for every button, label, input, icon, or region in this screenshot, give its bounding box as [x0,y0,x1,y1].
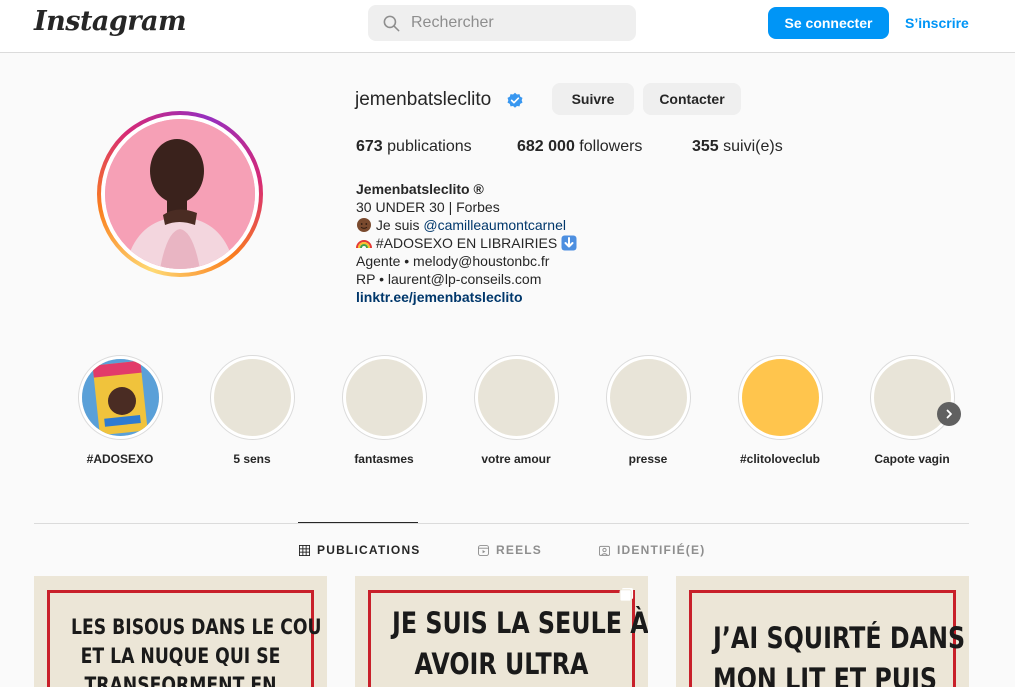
post-caption-text: JE SUIS LA SEULE À AVOIR ULTRA [392,603,648,685]
carousel-icon [619,587,634,602]
posts-count: 673 [356,138,383,155]
top-bar: Instagram Se connecter S’inscrire [0,0,1015,53]
post-caption-line: LES BISOUS DANS LE COU [71,615,322,639]
post-caption-line: JE SUIS LA SEULE À [392,606,648,640]
bio-line-forbes: 30 UNDER 30 | Forbes [356,199,500,215]
tab-reels[interactable]: REELS [478,543,542,557]
highlight-ring [341,355,427,440]
highlight-ring [209,355,295,440]
avatar-frame [101,115,259,273]
highlight-cover [213,359,291,436]
highlight-label: fantasmes [354,452,414,466]
tab-tagged[interactable]: IDENTIFIÉ(E) [599,543,705,557]
posts-count-stat: 673 publications [356,138,472,156]
search-icon [383,15,400,31]
highlight-ring [473,355,559,440]
avatar-story-ring[interactable] [97,111,263,277]
bio-line-book: #ADOSEXO EN LIBRAIRIES [356,234,577,252]
highlight-item[interactable]: #ADOSEXO [70,355,170,466]
rainbow-emoji-icon [356,240,372,249]
followers-stat[interactable]: 682 000 followers [517,138,642,156]
signup-link[interactable]: S’inscrire [905,15,969,31]
grid-icon [299,544,310,556]
followers-label: followers [579,138,643,155]
highlight-ring [869,355,955,440]
tab-publications[interactable]: PUBLICATIONS [299,543,421,557]
active-tab-indicator [298,522,418,523]
highlights-next-button[interactable] [937,402,961,426]
profile-username: jemenbatsleclito [355,89,492,110]
highlight-cover [81,359,159,436]
instagram-logo[interactable]: Instagram [34,6,187,37]
highlight-item[interactable]: 5 sens [202,355,302,466]
post-caption-line: AVOIR ULTRA [414,647,589,681]
highlight-label: 5 sens [233,452,271,466]
bio-book-text: #ADOSEXO EN LIBRAIRIES [375,235,558,251]
highlight-cover [741,359,819,436]
bio-line-mention: Je suis @camilleaumontcarnel [356,216,566,234]
highlight-item[interactable]: presse [598,355,698,466]
bio-mention-link[interactable]: @camilleaumontcarnel [423,217,566,233]
post-caption-line: MON LIT ET PUIS [713,662,938,687]
post-tile[interactable]: JE SUIS LA SEULE À AVOIR ULTRA [355,576,648,687]
highlight-cover [609,359,687,436]
post-caption-line: TRANSFORMENT EN [84,673,277,687]
follow-button[interactable]: Suivre [552,83,634,115]
tab-reels-label: REELS [496,543,543,557]
highlight-cover [873,359,951,436]
tab-tagged-label: IDENTIFIÉ(E) [617,543,706,557]
bio-prefix: Je suis [375,217,424,233]
bio-external-link[interactable]: linktr.ee/jemenbatsleclito [356,288,523,306]
search-box[interactable] [368,5,636,41]
avatar [105,119,255,269]
down-arrow-emoji-icon [561,235,577,251]
highlight-label: votre amour [481,452,551,466]
login-button[interactable]: Se connecter [768,7,889,39]
search-input[interactable] [411,14,611,32]
post-caption-line: ET LA NUQUE QUI SE [80,644,281,668]
following-count: 355 [692,138,719,155]
reels-icon [478,544,489,556]
tab-publications-label: PUBLICATIONS [317,543,421,557]
highlight-label: presse [628,452,668,466]
person-emoji-icon [357,218,371,232]
verified-badge-icon [507,92,523,108]
highlight-item[interactable]: #clitoloveclub [730,355,830,466]
post-tile[interactable]: LES BISOUS DANS LE COU ET LA NUQUE QUI S… [34,576,327,687]
post-caption-line: J’AI SQUIRTÉ DANS [713,621,966,655]
tabs-divider [34,523,969,524]
followers-count: 682 000 [517,138,575,155]
highlight-ring [77,355,163,440]
highlight-cover [477,359,555,436]
contact-button[interactable]: Contacter [643,83,741,115]
following-label: suivi(e)s [723,138,783,155]
post-caption-text: J’AI SQUIRTÉ DANS MON LIT ET PUIS [713,618,966,687]
post-tile[interactable]: J’AI SQUIRTÉ DANS MON LIT ET PUIS [676,576,969,687]
highlight-cover [345,359,423,436]
bio-line-press: RP • laurent@lp-conseils.com [356,271,542,287]
highlight-item[interactable]: votre amour [466,355,566,466]
chevron-right-icon [946,409,952,419]
following-stat[interactable]: 355 suivi(e)s [692,138,783,156]
highlight-ring [737,355,823,440]
highlight-item[interactable]: fantasmes [334,355,434,466]
highlight-label: Capote vagin [874,452,950,466]
post-caption-text: LES BISOUS DANS LE COU ET LA NUQUE QUI S… [71,613,322,687]
bio-line-agent: Agente • melody@houstonbc.fr [356,253,550,269]
highlight-ring [605,355,691,440]
avatar-image [105,119,255,269]
highlight-label: #clitoloveclub [739,452,821,466]
highlight-label: #ADOSEXO [86,452,154,466]
bio-name: Jemenbatsleclito ® [356,181,484,197]
posts-label: publications [387,138,472,155]
tagged-icon [599,545,610,556]
